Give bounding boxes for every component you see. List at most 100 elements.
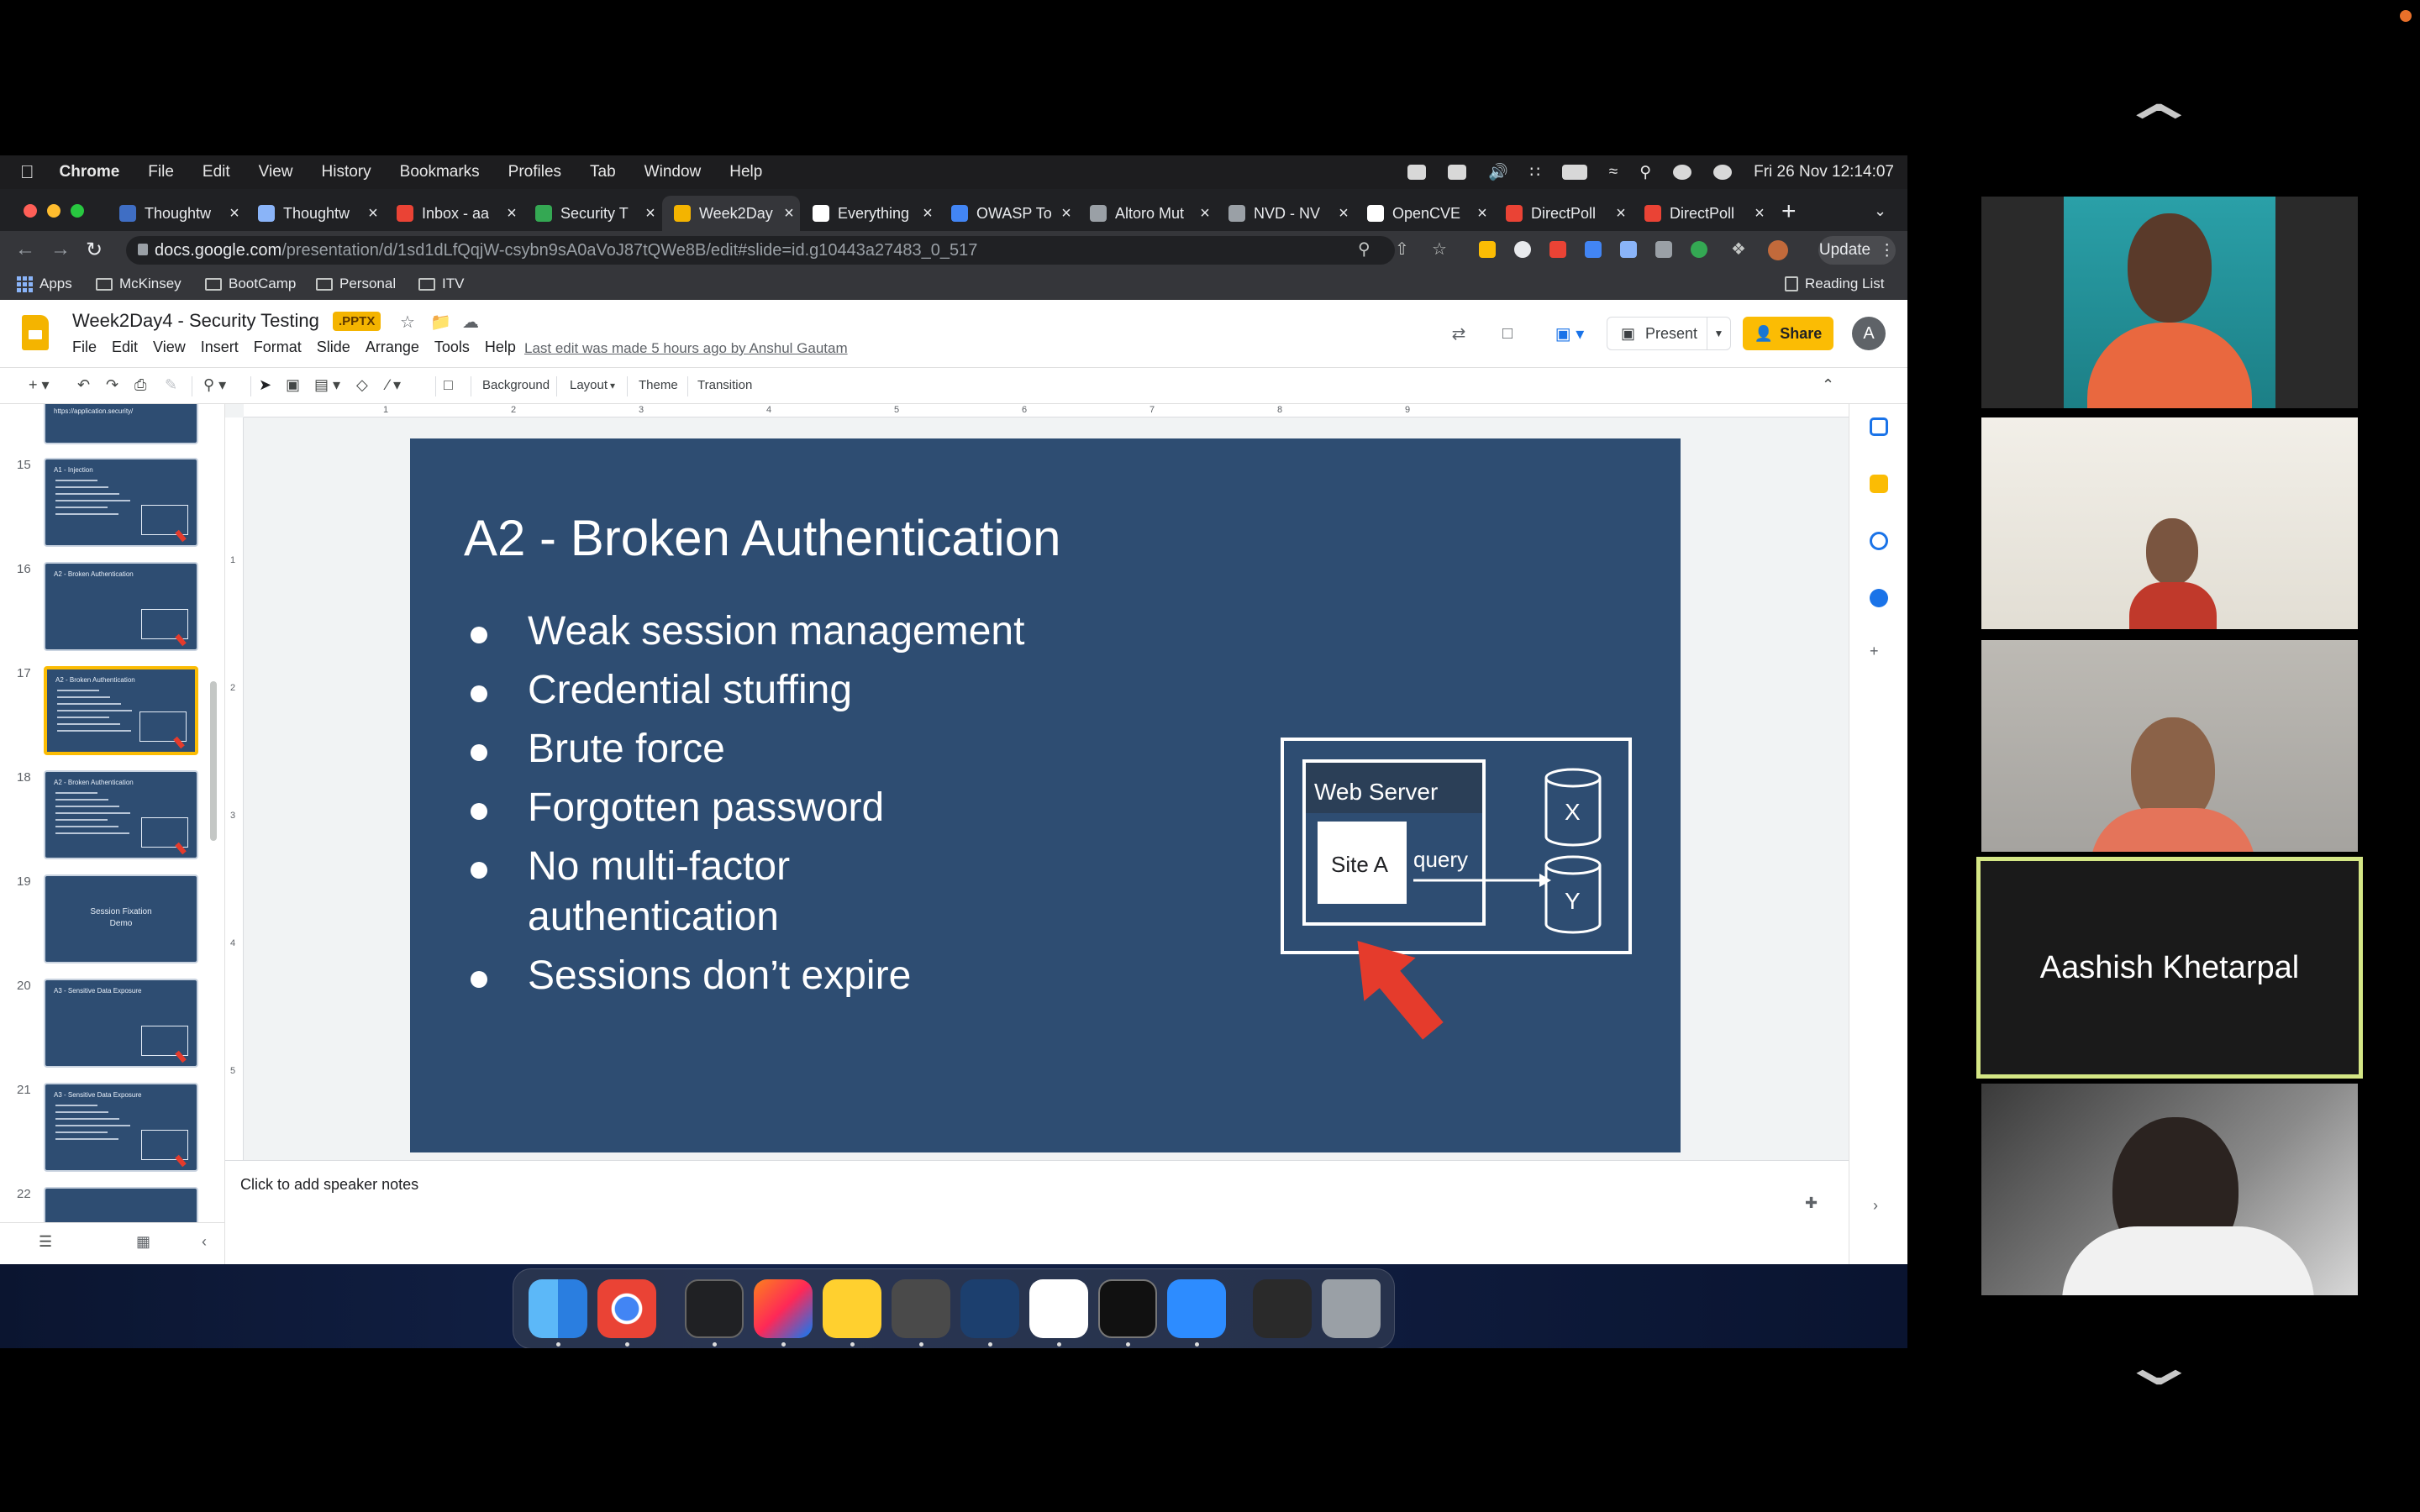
tab-close-icon[interactable]: ×	[1333, 204, 1355, 223]
slide-title[interactable]: A2 - Broken Authentication	[464, 509, 1060, 567]
slack-icon[interactable]	[1029, 1279, 1088, 1338]
profile-avatar-icon[interactable]	[1768, 240, 1788, 260]
drive-extension-icon[interactable]	[1479, 241, 1496, 258]
new-tab-icon[interactable]: +	[1781, 197, 1797, 226]
menu-help[interactable]: Help	[729, 163, 762, 181]
tab-close-icon[interactable]: ×	[917, 204, 939, 223]
wifi-icon[interactable]: ≈	[1609, 163, 1618, 181]
tab-close-icon[interactable]: ×	[1749, 204, 1770, 223]
terminal-icon[interactable]	[685, 1279, 744, 1338]
slide-thumbnail-19[interactable]: Session Fixation Demo	[44, 874, 198, 963]
control-center-icon[interactable]	[1673, 165, 1692, 180]
shape-icon[interactable]: ◇	[356, 376, 368, 394]
menu-history[interactable]: History	[322, 163, 371, 181]
apple-menu-icon[interactable]: 	[20, 161, 34, 183]
puzzle-extensions-icon[interactable]: ❖	[1731, 239, 1746, 260]
extension-icon[interactable]	[1691, 241, 1707, 258]
minimize-window-icon[interactable]	[47, 204, 60, 218]
browser-tab[interactable]: DirectPoll ×	[1494, 196, 1632, 231]
slide-thumbnail-17[interactable]: A2 - Broken Authentication	[44, 666, 198, 755]
select-cursor-icon[interactable]: ➤	[259, 376, 271, 394]
gallery-scroll-up-chevron-icon[interactable]: ⌃	[2115, 92, 2204, 161]
collapse-filmstrip-chevron-icon[interactable]: ‹	[202, 1233, 207, 1251]
tab-close-icon[interactable]: ×	[1471, 204, 1493, 223]
spotlight-icon[interactable]: ⚲	[1639, 163, 1651, 182]
slide-thumbnail-18[interactable]: A2 - Broken Authentication	[44, 770, 198, 859]
comments-icon[interactable]: □	[1489, 317, 1526, 350]
zoom-icon[interactable]: ⚲ ▾	[203, 376, 226, 394]
extension-icon[interactable]	[1585, 241, 1602, 258]
browser-tab[interactable]: Security T ×	[523, 196, 661, 231]
present-options-chevron-icon[interactable]: ▼	[1707, 318, 1730, 349]
docker-icon[interactable]	[1407, 165, 1426, 180]
screen-recorder-icon[interactable]	[1253, 1279, 1312, 1338]
tab-search-icon[interactable]: ⌄	[1874, 202, 1886, 220]
browser-tab[interactable]: Everything ×	[801, 196, 939, 231]
slides-logo-icon[interactable]	[22, 315, 49, 350]
mysql-workbench-icon[interactable]	[960, 1279, 1019, 1338]
new-slide-icon[interactable]: + ▾	[29, 376, 50, 394]
slide-thumbnail-21[interactable]: A3 - Sensitive Data Exposure	[44, 1083, 198, 1172]
browser-tab[interactable]: OpenCVE ×	[1355, 196, 1493, 231]
browser-tab[interactable]: DirectPoll ×	[1633, 196, 1770, 231]
redo-icon[interactable]: ↷	[106, 376, 118, 394]
finder-icon[interactable]	[529, 1279, 587, 1338]
browser-tab[interactable]: Thoughtw ×	[246, 196, 384, 231]
reload-icon[interactable]: ↻	[86, 238, 103, 262]
close-window-icon[interactable]	[24, 204, 37, 218]
grid-view-icon[interactable]: ▦	[136, 1233, 150, 1251]
zoom-window-icon[interactable]	[71, 204, 84, 218]
layout-button[interactable]: Layout	[570, 378, 608, 392]
present-button[interactable]: ▣ Present ▼	[1607, 317, 1731, 350]
extension-icon[interactable]	[1655, 241, 1672, 258]
tab-close-icon[interactable]: ×	[1194, 204, 1216, 223]
participant-video-tile[interactable]	[1981, 197, 2358, 408]
chrome-extension-icon[interactable]	[1514, 241, 1531, 258]
keep-icon[interactable]	[1870, 475, 1888, 493]
menubar-clock[interactable]: Fri 26 Nov 12:14:07	[1754, 163, 1894, 181]
activity-monitor-icon[interactable]	[1098, 1279, 1157, 1338]
account-avatar[interactable]: A	[1852, 317, 1886, 350]
transition-button[interactable]: Transition	[697, 378, 752, 392]
slides-menu-slide[interactable]: Slide	[317, 339, 350, 356]
filmstrip-scrollbar[interactable]	[210, 681, 217, 841]
activity-icon[interactable]: ⇄	[1440, 317, 1477, 350]
slides-menu-insert[interactable]: Insert	[201, 339, 239, 356]
browser-tab[interactable]: Thoughtw ×	[108, 196, 245, 231]
star-icon[interactable]: ☆	[400, 312, 415, 333]
tab-close-icon[interactable]: ×	[362, 204, 384, 223]
slides-menu-help[interactable]: Help	[485, 339, 516, 356]
bookmark-star-icon[interactable]: ☆	[1432, 239, 1447, 260]
active-speaker-tile[interactable]: Aashish Khetarpal	[1976, 857, 2363, 1079]
expand-notes-icon[interactable]: ✚	[1805, 1194, 1818, 1212]
slide-17[interactable]: A2 - Broken Authentication Weak session …	[410, 438, 1681, 1152]
slides-menu-format[interactable]: Format	[254, 339, 302, 356]
share-button[interactable]: 👤 Share	[1743, 317, 1833, 350]
chrome-icon[interactable]	[597, 1279, 656, 1338]
participant-video-tile[interactable]	[1981, 1084, 2358, 1295]
bookmark-folder-personal[interactable]: Personal	[316, 276, 396, 292]
zoom-app-icon[interactable]	[1167, 1279, 1226, 1338]
slides-menu-view[interactable]: View	[153, 339, 186, 356]
undo-icon[interactable]: ↶	[77, 376, 90, 394]
tab-close-icon[interactable]: ×	[639, 204, 661, 223]
expand-panel-chevron-icon[interactable]: ›	[1873, 1197, 1878, 1215]
bookmark-folder-bootcamp[interactable]: BootCamp	[205, 276, 296, 292]
background-button[interactable]: Background	[482, 378, 550, 392]
auth-diagram[interactable]: Web Server Site A query X Y	[1281, 738, 1632, 1048]
volume-icon[interactable]: 🔊	[1488, 162, 1508, 182]
meet-present-icon[interactable]: ▣ ▾	[1543, 317, 1597, 350]
slide-thumbnail-20[interactable]: A3 - Sensitive Data Exposure	[44, 979, 198, 1068]
collapse-toolbar-chevron-icon[interactable]: ⌃	[1822, 376, 1834, 394]
sublime-text-icon[interactable]	[892, 1279, 950, 1338]
participant-video-tile[interactable]	[1981, 417, 2358, 629]
battery-icon[interactable]	[1561, 165, 1587, 180]
slide-thumbnail-16[interactable]: A2 - Broken Authentication	[44, 562, 198, 651]
slides-menu-tools[interactable]: Tools	[434, 339, 470, 356]
browser-tab[interactable]: Altoro Mut ×	[1078, 196, 1216, 231]
line-icon[interactable]: ∕ ▾	[387, 376, 401, 394]
slides-menu-edit[interactable]: Edit	[112, 339, 138, 356]
print-icon[interactable]: ⎙	[134, 376, 146, 394]
tab-close-icon[interactable]: ×	[501, 204, 523, 223]
menu-file[interactable]: File	[148, 163, 174, 181]
